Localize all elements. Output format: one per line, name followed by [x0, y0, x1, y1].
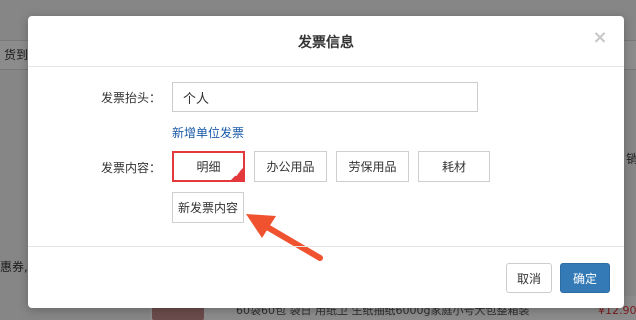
close-icon[interactable]: ×	[592, 29, 608, 47]
invoice-content-label: 发票内容：	[101, 161, 162, 175]
dialog-footer: 取消 确定	[28, 246, 624, 309]
add-company-invoice-link[interactable]: 新增单位发票	[172, 124, 244, 141]
content-option-consumables[interactable]: 耗材	[418, 151, 490, 182]
dialog-title: 发票信息	[298, 35, 354, 51]
confirm-button[interactable]: 确定	[560, 263, 610, 293]
content-option-label: 耗材	[441, 160, 466, 174]
invoice-dialog: 发票信息 × 发票抬头： 新增单位发票 发票内容： 明细 ✓ 办公用品 劳保用品…	[28, 16, 624, 308]
invoice-title-input[interactable]	[172, 82, 478, 112]
content-option-detail[interactable]: 明细 ✓	[172, 151, 245, 182]
content-option-labor-supplies[interactable]: 劳保用品	[336, 151, 409, 182]
invoice-title-label: 发票抬头：	[101, 91, 162, 105]
cancel-button[interactable]: 取消	[506, 263, 552, 293]
checkmark-icon: ✓	[233, 169, 242, 180]
new-invoice-content-button[interactable]: 新发票内容	[172, 192, 244, 223]
content-option-office-supplies[interactable]: 办公用品	[254, 151, 327, 182]
content-option-label: 办公用品	[266, 160, 315, 174]
content-option-label: 劳保用品	[348, 160, 397, 174]
dialog-header: 发票信息 ×	[28, 16, 624, 67]
content-option-label: 明细	[196, 160, 221, 174]
